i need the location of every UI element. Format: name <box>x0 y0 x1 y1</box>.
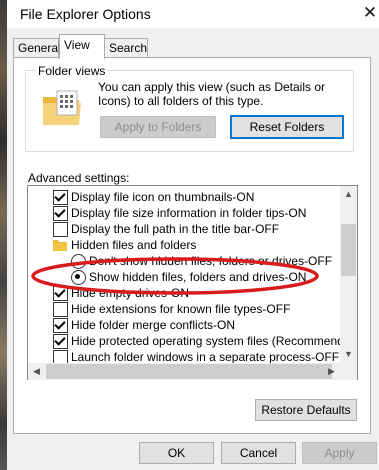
checkbox[interactable] <box>53 222 68 237</box>
advanced-settings-label: Advanced settings: <box>28 171 130 185</box>
setting-label: Display the full path in the title bar-O… <box>71 222 280 236</box>
tab-general[interactable]: General <box>13 38 61 58</box>
apply-to-folders-button[interactable]: Apply to Folders <box>100 116 216 138</box>
horizontal-scrollbar[interactable]: ◀ ▶ <box>28 363 340 380</box>
cancel-button[interactable]: Cancel <box>221 442 296 464</box>
apply-button[interactable]: Apply <box>302 442 377 464</box>
horizontal-scroll-thumb[interactable] <box>46 364 332 379</box>
restore-defaults-button[interactable]: Restore Defaults <box>255 399 357 421</box>
setting-label: Display file icon on thumbnails-ON <box>71 190 255 204</box>
scroll-down-icon[interactable]: ▼ <box>340 346 357 363</box>
checkbox[interactable] <box>53 206 68 221</box>
checkbox[interactable] <box>53 286 68 301</box>
window-title: File Explorer Options <box>20 6 151 22</box>
setting-label: Don't show hidden files, folders or driv… <box>89 254 333 268</box>
setting-label: Show hidden files, folders and drives-ON <box>89 270 307 284</box>
folder-icon <box>53 240 67 251</box>
checkbox[interactable] <box>53 190 68 205</box>
setting-label: Display file size information in folder … <box>71 206 307 220</box>
scroll-right-icon[interactable]: ▶ <box>323 363 340 380</box>
folder-views-description: You can apply this view (such as Details… <box>98 80 326 108</box>
tab-search[interactable]: Search <box>104 38 148 58</box>
tab-view[interactable]: View <box>59 34 105 59</box>
scroll-left-icon[interactable]: ◀ <box>28 363 45 380</box>
ok-button[interactable]: OK <box>139 442 214 464</box>
radio-button[interactable] <box>71 254 86 269</box>
setting-label: Hide empty drives-ON <box>71 286 190 300</box>
advanced-settings-list[interactable]: Display file icon on thumbnails-ON Displ… <box>27 185 358 380</box>
vertical-scroll-thumb[interactable] <box>341 224 356 276</box>
setting-label: Hide extensions for known file types-OFF <box>71 302 291 316</box>
reset-folders-button[interactable]: Reset Folders <box>230 115 344 139</box>
background-photo-strip <box>0 0 7 470</box>
checkbox[interactable] <box>53 318 68 333</box>
checkbox[interactable] <box>53 302 68 317</box>
setting-label: Hide protected operating system files (R… <box>71 334 358 348</box>
setting-label: Hide folder merge conflicts-ON <box>71 318 236 332</box>
setting-group-label: Hidden files and folders <box>71 238 197 252</box>
scrollbar-corner <box>340 363 357 380</box>
title-bar[interactable]: File Explorer Options ✕ <box>7 0 379 28</box>
folder-views-legend: Folder views <box>36 64 108 78</box>
close-icon[interactable]: ✕ <box>359 2 379 24</box>
folder-view-icon <box>43 90 81 125</box>
checkbox[interactable] <box>53 334 68 349</box>
scroll-up-icon[interactable]: ▲ <box>340 186 357 203</box>
vertical-scrollbar[interactable]: ▲ ▼ <box>340 186 357 363</box>
radio-button[interactable] <box>71 270 86 285</box>
